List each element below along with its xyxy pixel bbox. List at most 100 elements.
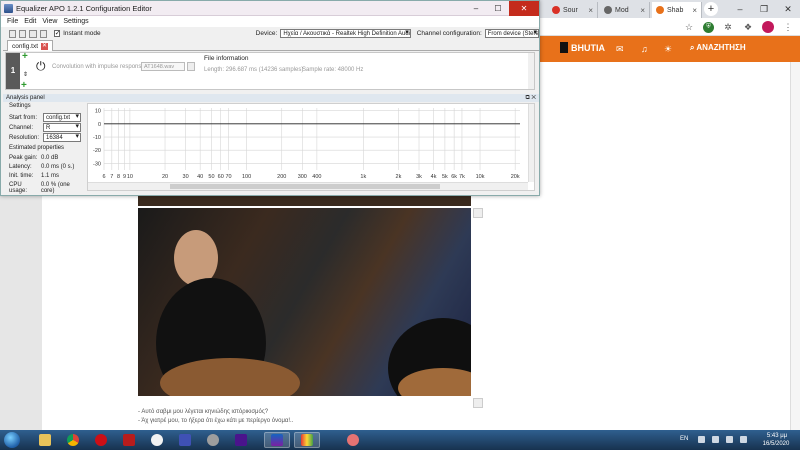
move-filter-icon[interactable]: ⇕: [23, 71, 28, 78]
graph-horizontal-scrollbar[interactable]: [88, 182, 528, 190]
start-from-select[interactable]: config.txt: [43, 113, 81, 122]
start-button[interactable]: [4, 432, 20, 448]
close-icon[interactable]: ×: [692, 6, 697, 15]
browser-tab[interactable]: Sour ×: [548, 2, 598, 18]
taskbar-app[interactable]: [144, 432, 170, 448]
analysis-panel-header: Analysis panel ⧉ ✕: [3, 94, 539, 102]
clock-time[interactable]: 5:43 μμ: [762, 433, 792, 439]
save-as-icon[interactable]: [39, 29, 47, 38]
taskbar-app[interactable]: [116, 432, 142, 448]
extension-icon[interactable]: ⛨: [703, 21, 714, 33]
equalizer-window: Equalizer APO 1.2.1 Configuration Editor…: [0, 0, 540, 196]
add-filter-icon[interactable]: +: [21, 80, 27, 91]
channel-select[interactable]: R: [43, 123, 81, 132]
app-icon: [4, 3, 13, 13]
menu-edit[interactable]: Edit: [24, 18, 36, 25]
taskbar: EN 5:43 μμ 16/5/2020: [0, 430, 800, 450]
clock-date[interactable]: 16/5/2020: [758, 441, 794, 447]
extension-icon[interactable]: ❖: [742, 21, 754, 33]
bookmark-star-icon[interactable]: ☆: [683, 21, 695, 33]
browser-tab[interactable]: Mod ×: [600, 2, 650, 18]
menu-file[interactable]: File: [7, 18, 18, 25]
close-icon[interactable]: ×: [640, 6, 645, 15]
close-icon[interactable]: ×: [588, 6, 593, 15]
impulse-file-field[interactable]: AT1648.wav: [141, 62, 185, 71]
resolution-spinbox[interactable]: 16384: [43, 133, 81, 142]
battery-icon[interactable]: [740, 436, 747, 443]
x-tick-label: 2k: [396, 174, 402, 180]
share-button[interactable]: [473, 208, 483, 218]
filter-number[interactable]: 1: [6, 53, 20, 89]
maximize-icon[interactable]: ☐: [487, 1, 509, 16]
menu-settings[interactable]: Settings: [63, 18, 88, 25]
scroll-thumb[interactable]: [170, 184, 440, 189]
minimize-icon[interactable]: –: [728, 0, 752, 18]
add-filter-icon[interactable]: +: [22, 51, 28, 62]
mail-icon[interactable]: ✉: [616, 44, 624, 55]
new-tab-button[interactable]: +: [704, 2, 718, 16]
menu-dots-icon[interactable]: ⋮: [782, 21, 794, 33]
bell-icon[interactable]: ♫: [641, 44, 648, 54]
google-icon: [552, 6, 560, 14]
taskbar-app[interactable]: [172, 432, 198, 448]
video-frame[interactable]: [138, 208, 471, 396]
close-icon[interactable]: ✕: [509, 1, 539, 16]
taskbar-app-equalizer[interactable]: [294, 432, 320, 448]
equalizer-icon: [301, 434, 313, 446]
comment-line: - Αυτό σαβμι μου λέγεται κηνιώδης ιστόρι…: [138, 409, 269, 415]
filter-scrollbar[interactable]: [528, 53, 534, 89]
site-logo[interactable]: BHUTIA: [560, 42, 605, 53]
peak-gain-value: 0.0 dB: [41, 155, 59, 161]
opera-icon: [95, 434, 107, 446]
new-file-icon[interactable]: [9, 29, 17, 38]
cpu-usage-value: 0.0 % (one core): [40, 182, 70, 194]
lightbulb-icon[interactable]: ☀: [664, 44, 672, 55]
save-icon[interactable]: [29, 29, 37, 38]
minimize-icon[interactable]: –: [465, 1, 487, 16]
taskbar-app-chrome[interactable]: [60, 432, 86, 448]
rew-icon: [271, 434, 283, 446]
eq-menubar: File Edit View Settings: [1, 16, 539, 27]
maximize-icon[interactable]: ❐: [752, 0, 776, 18]
menu-view[interactable]: View: [42, 18, 57, 25]
eq-titlebar[interactable]: Equalizer APO 1.2.1 Configuration Editor…: [1, 1, 539, 16]
graph-vertical-scrollbar[interactable]: [528, 104, 534, 182]
tray-arrow-icon[interactable]: [698, 436, 705, 443]
taskbar-app[interactable]: [200, 432, 226, 448]
page-scrollbar[interactable]: [790, 62, 800, 430]
taskbar-app[interactable]: [340, 432, 366, 448]
browse-file-icon[interactable]: [187, 62, 195, 71]
extension-puzzle-icon[interactable]: ✲: [722, 21, 734, 33]
init-time-label: Init. time:: [9, 173, 34, 179]
avatar[interactable]: [762, 21, 774, 33]
share-button[interactable]: [473, 398, 483, 408]
frequency-response-graph[interactable]: 6 7 8 9 10 20 30 40 50 60 70 100 200 300 400 1k 2k 3k 4k 5k…: [87, 103, 535, 191]
volume-icon[interactable]: [726, 436, 733, 443]
open-file-icon[interactable]: [19, 29, 27, 38]
panel-float-close-icon[interactable]: ⧉ ✕: [525, 94, 536, 102]
power-icon[interactable]: ⏻: [36, 59, 46, 74]
eq-toolbar: Instant mode Device: Ηχεία / Ακουστικά -…: [1, 27, 539, 40]
browser-tab-active[interactable]: Shab ×: [652, 2, 702, 18]
taskbar-app-explorer[interactable]: [32, 432, 58, 448]
instant-mode-checkbox[interactable]: [53, 29, 61, 37]
x-tick-label: 60: [218, 174, 224, 180]
peak-gain-label: Peak gain:: [9, 155, 38, 161]
channel-config-select[interactable]: From device (Stereo): [484, 29, 539, 38]
tab-config-file[interactable]: config.txt ✕: [7, 40, 54, 51]
search-button[interactable]: ⌕ ΑΝΑΖΗΤΗΣΗ: [690, 43, 746, 53]
browser-window-controls: – ❐ ✕: [728, 0, 800, 18]
network-icon[interactable]: [712, 436, 719, 443]
language-indicator[interactable]: EN: [680, 436, 688, 442]
taskbar-app-rew[interactable]: [264, 432, 290, 448]
y-tick-label: 10: [95, 109, 101, 115]
x-tick-label: 5k: [442, 174, 448, 180]
close-icon[interactable]: ✕: [41, 42, 49, 50]
x-tick-label: 20: [162, 174, 168, 180]
close-icon[interactable]: ✕: [776, 0, 800, 18]
y-tick-label: 0: [98, 122, 101, 128]
device-select[interactable]: Ηχεία / Ακουστικά - Realtek High Definit…: [280, 29, 411, 38]
site-favicon-icon: [656, 6, 664, 14]
taskbar-app-opera[interactable]: [88, 432, 114, 448]
taskbar-app[interactable]: [228, 432, 254, 448]
